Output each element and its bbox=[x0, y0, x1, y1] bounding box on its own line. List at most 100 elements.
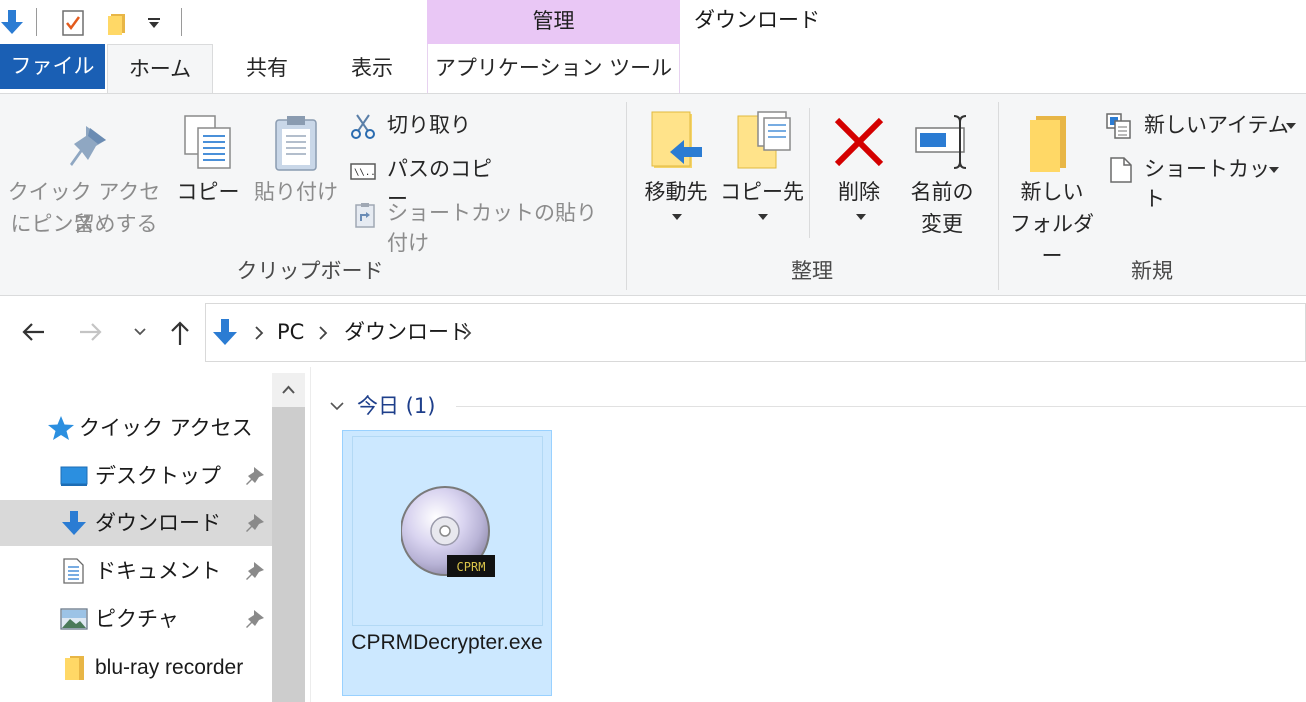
collapse-group-chevron-icon[interactable] bbox=[329, 400, 345, 412]
pin-icon[interactable] bbox=[245, 561, 265, 581]
title-bar: 管理 ダウンロード bbox=[0, 0, 1306, 44]
nav-item-documents[interactable]: ドキュメント bbox=[0, 548, 272, 594]
copy-to-label: コピー先 bbox=[720, 180, 804, 204]
group-divider-line bbox=[456, 406, 1306, 407]
download-arrow-icon[interactable] bbox=[0, 8, 24, 36]
new-folder-icon[interactable] bbox=[105, 11, 129, 35]
manage-contextual-header[interactable]: 管理 bbox=[427, 0, 680, 44]
delete-label: 削除 bbox=[838, 180, 880, 204]
easy-access-label: ショートカット bbox=[1144, 157, 1270, 211]
tab-file[interactable]: ファイル bbox=[0, 44, 105, 89]
new-item-button[interactable]: 新しいアイテム bbox=[1106, 110, 1300, 142]
move-to-label: 移動先 bbox=[644, 180, 708, 204]
paste-button[interactable]: 貼り付け bbox=[250, 114, 342, 214]
copy-path-button[interactable]: \\... パスのコピー bbox=[350, 154, 500, 211]
downloads-location-icon bbox=[213, 319, 237, 345]
rename-label-line2: 変更 bbox=[921, 212, 963, 236]
pin-icon[interactable] bbox=[245, 609, 265, 629]
nav-item-label: blu-ray recorder bbox=[95, 656, 244, 679]
paste-shortcut-button[interactable]: ショートカットの貼り付け bbox=[350, 198, 612, 255]
new-item-label: 新しいアイテム bbox=[1144, 113, 1289, 137]
scroll-up-button[interactable] bbox=[272, 373, 305, 407]
paste-shortcut-label: ショートカットの貼り付け bbox=[387, 201, 597, 255]
folder-icon bbox=[65, 656, 84, 680]
nav-item-pictures[interactable]: ピクチャ bbox=[0, 596, 272, 642]
nav-item-blu-ray-recorder[interactable]: blu-ray recorder bbox=[0, 645, 272, 691]
file-thumbnail-frame: CPRM bbox=[352, 436, 543, 626]
pin-icon[interactable] bbox=[245, 513, 265, 533]
nav-item-label: ドキュメント bbox=[95, 559, 221, 583]
recent-locations-chevron-icon[interactable] bbox=[126, 317, 156, 347]
ribbon-tabs: ファイル ホーム 共有 表示 アプリケーション ツール bbox=[0, 44, 1306, 95]
documents-icon bbox=[63, 558, 84, 584]
rename-icon bbox=[915, 115, 967, 169]
chevron-down-icon bbox=[758, 214, 768, 220]
ribbon: クイック アクセス にピン留めする コピー 貼り付け 切り取り \\.. パスの… bbox=[0, 93, 1306, 296]
toolbar-separator bbox=[36, 8, 37, 36]
navigation-row: PC ダウンロード bbox=[0, 297, 1306, 367]
star-icon bbox=[48, 416, 74, 440]
copy-icon bbox=[184, 115, 231, 169]
breadcrumb-pc[interactable]: PC bbox=[277, 304, 304, 361]
new-group-label: 新規 bbox=[1131, 259, 1173, 283]
breadcrumb-chevron-icon[interactable] bbox=[254, 326, 264, 340]
chevron-down-icon bbox=[1286, 123, 1296, 129]
new-folder-large-icon bbox=[1030, 116, 1066, 172]
tab-view[interactable]: 表示 bbox=[320, 44, 424, 94]
properties-icon[interactable] bbox=[62, 10, 84, 36]
chevron-down-icon bbox=[1269, 167, 1279, 173]
pictures-icon bbox=[60, 608, 88, 630]
navigation-pane: クイック アクセス デスクトップ ダウンロード ドキュメント ピクチャ blu-… bbox=[0, 367, 310, 702]
svg-text:\\...: \\... bbox=[354, 168, 376, 178]
pushpin-icon bbox=[70, 126, 106, 166]
rename-label-line1: 名前の bbox=[910, 180, 974, 204]
nav-item-label: ピクチャ bbox=[95, 607, 179, 631]
clipboard-icon bbox=[275, 116, 317, 171]
breadcrumb-chevron-icon[interactable] bbox=[462, 326, 472, 340]
pin-icon[interactable] bbox=[245, 466, 265, 486]
nav-quick-access[interactable]: クイック アクセス bbox=[0, 405, 272, 451]
new-folder-label-line1: 新しい bbox=[1020, 180, 1084, 204]
tab-home[interactable]: ホーム bbox=[107, 44, 213, 95]
tab-share[interactable]: 共有 bbox=[215, 44, 319, 94]
scroll-thumb[interactable] bbox=[272, 407, 305, 702]
nav-item-downloads[interactable]: ダウンロード bbox=[0, 500, 272, 546]
nav-quick-access-label: クイック アクセス bbox=[79, 416, 253, 440]
new-item-icon bbox=[1106, 113, 1131, 139]
rename-button[interactable]: 名前の 変更 bbox=[900, 110, 984, 240]
file-name: CPRMDecrypter.exe bbox=[351, 631, 543, 654]
download-folder-icon bbox=[62, 511, 86, 535]
nav-item-desktop[interactable]: デスクトップ bbox=[0, 453, 272, 499]
nav-item-label: デスクトップ bbox=[95, 464, 221, 488]
clipboard-group-label: クリップボード bbox=[236, 259, 384, 283]
easy-access-button[interactable]: ショートカット bbox=[1106, 154, 1286, 211]
delete-x-icon bbox=[834, 117, 884, 167]
copy-button[interactable]: コピー bbox=[170, 114, 246, 214]
pin-to-quick-access-button[interactable]: クイック アクセス にピン留めする bbox=[4, 114, 164, 244]
nav-pane-scrollbar[interactable] bbox=[272, 373, 305, 702]
paste-shortcut-icon bbox=[355, 203, 375, 228]
paste-label: 貼り付け bbox=[254, 180, 338, 204]
chevron-up-icon bbox=[282, 385, 295, 394]
up-arrow-icon[interactable] bbox=[166, 317, 196, 347]
copy-to-button[interactable]: コピー先 bbox=[720, 110, 804, 230]
customize-dropdown-icon[interactable] bbox=[147, 16, 161, 30]
back-arrow-icon[interactable] bbox=[18, 317, 48, 347]
chevron-down-icon bbox=[856, 214, 866, 220]
file-item-cprmdecrypter[interactable]: CPRM CPRMDecrypter.exe bbox=[342, 430, 552, 696]
window-title: ダウンロード bbox=[694, 8, 820, 32]
address-bar[interactable]: PC ダウンロード bbox=[205, 303, 1306, 362]
pin-label-line2: にピン留めする bbox=[10, 212, 158, 236]
tab-application-tools[interactable]: アプリケーション ツール bbox=[427, 44, 680, 94]
cut-button[interactable]: 切り取り bbox=[350, 110, 480, 142]
nav-item-label: ダウンロード bbox=[95, 511, 221, 535]
breadcrumb-downloads[interactable]: ダウンロード bbox=[344, 304, 470, 361]
forward-arrow-icon[interactable] bbox=[76, 317, 106, 347]
move-to-button[interactable]: 移動先 bbox=[636, 110, 716, 230]
breadcrumb-chevron-icon[interactable] bbox=[318, 326, 328, 340]
desktop-icon bbox=[60, 466, 88, 486]
copy-label: コピー bbox=[176, 180, 240, 204]
group-header-today[interactable]: 今日 (1) bbox=[357, 391, 435, 421]
delete-button[interactable]: 削除 bbox=[826, 110, 892, 230]
new-folder-button[interactable]: 新しい フォルダー bbox=[1004, 110, 1100, 268]
